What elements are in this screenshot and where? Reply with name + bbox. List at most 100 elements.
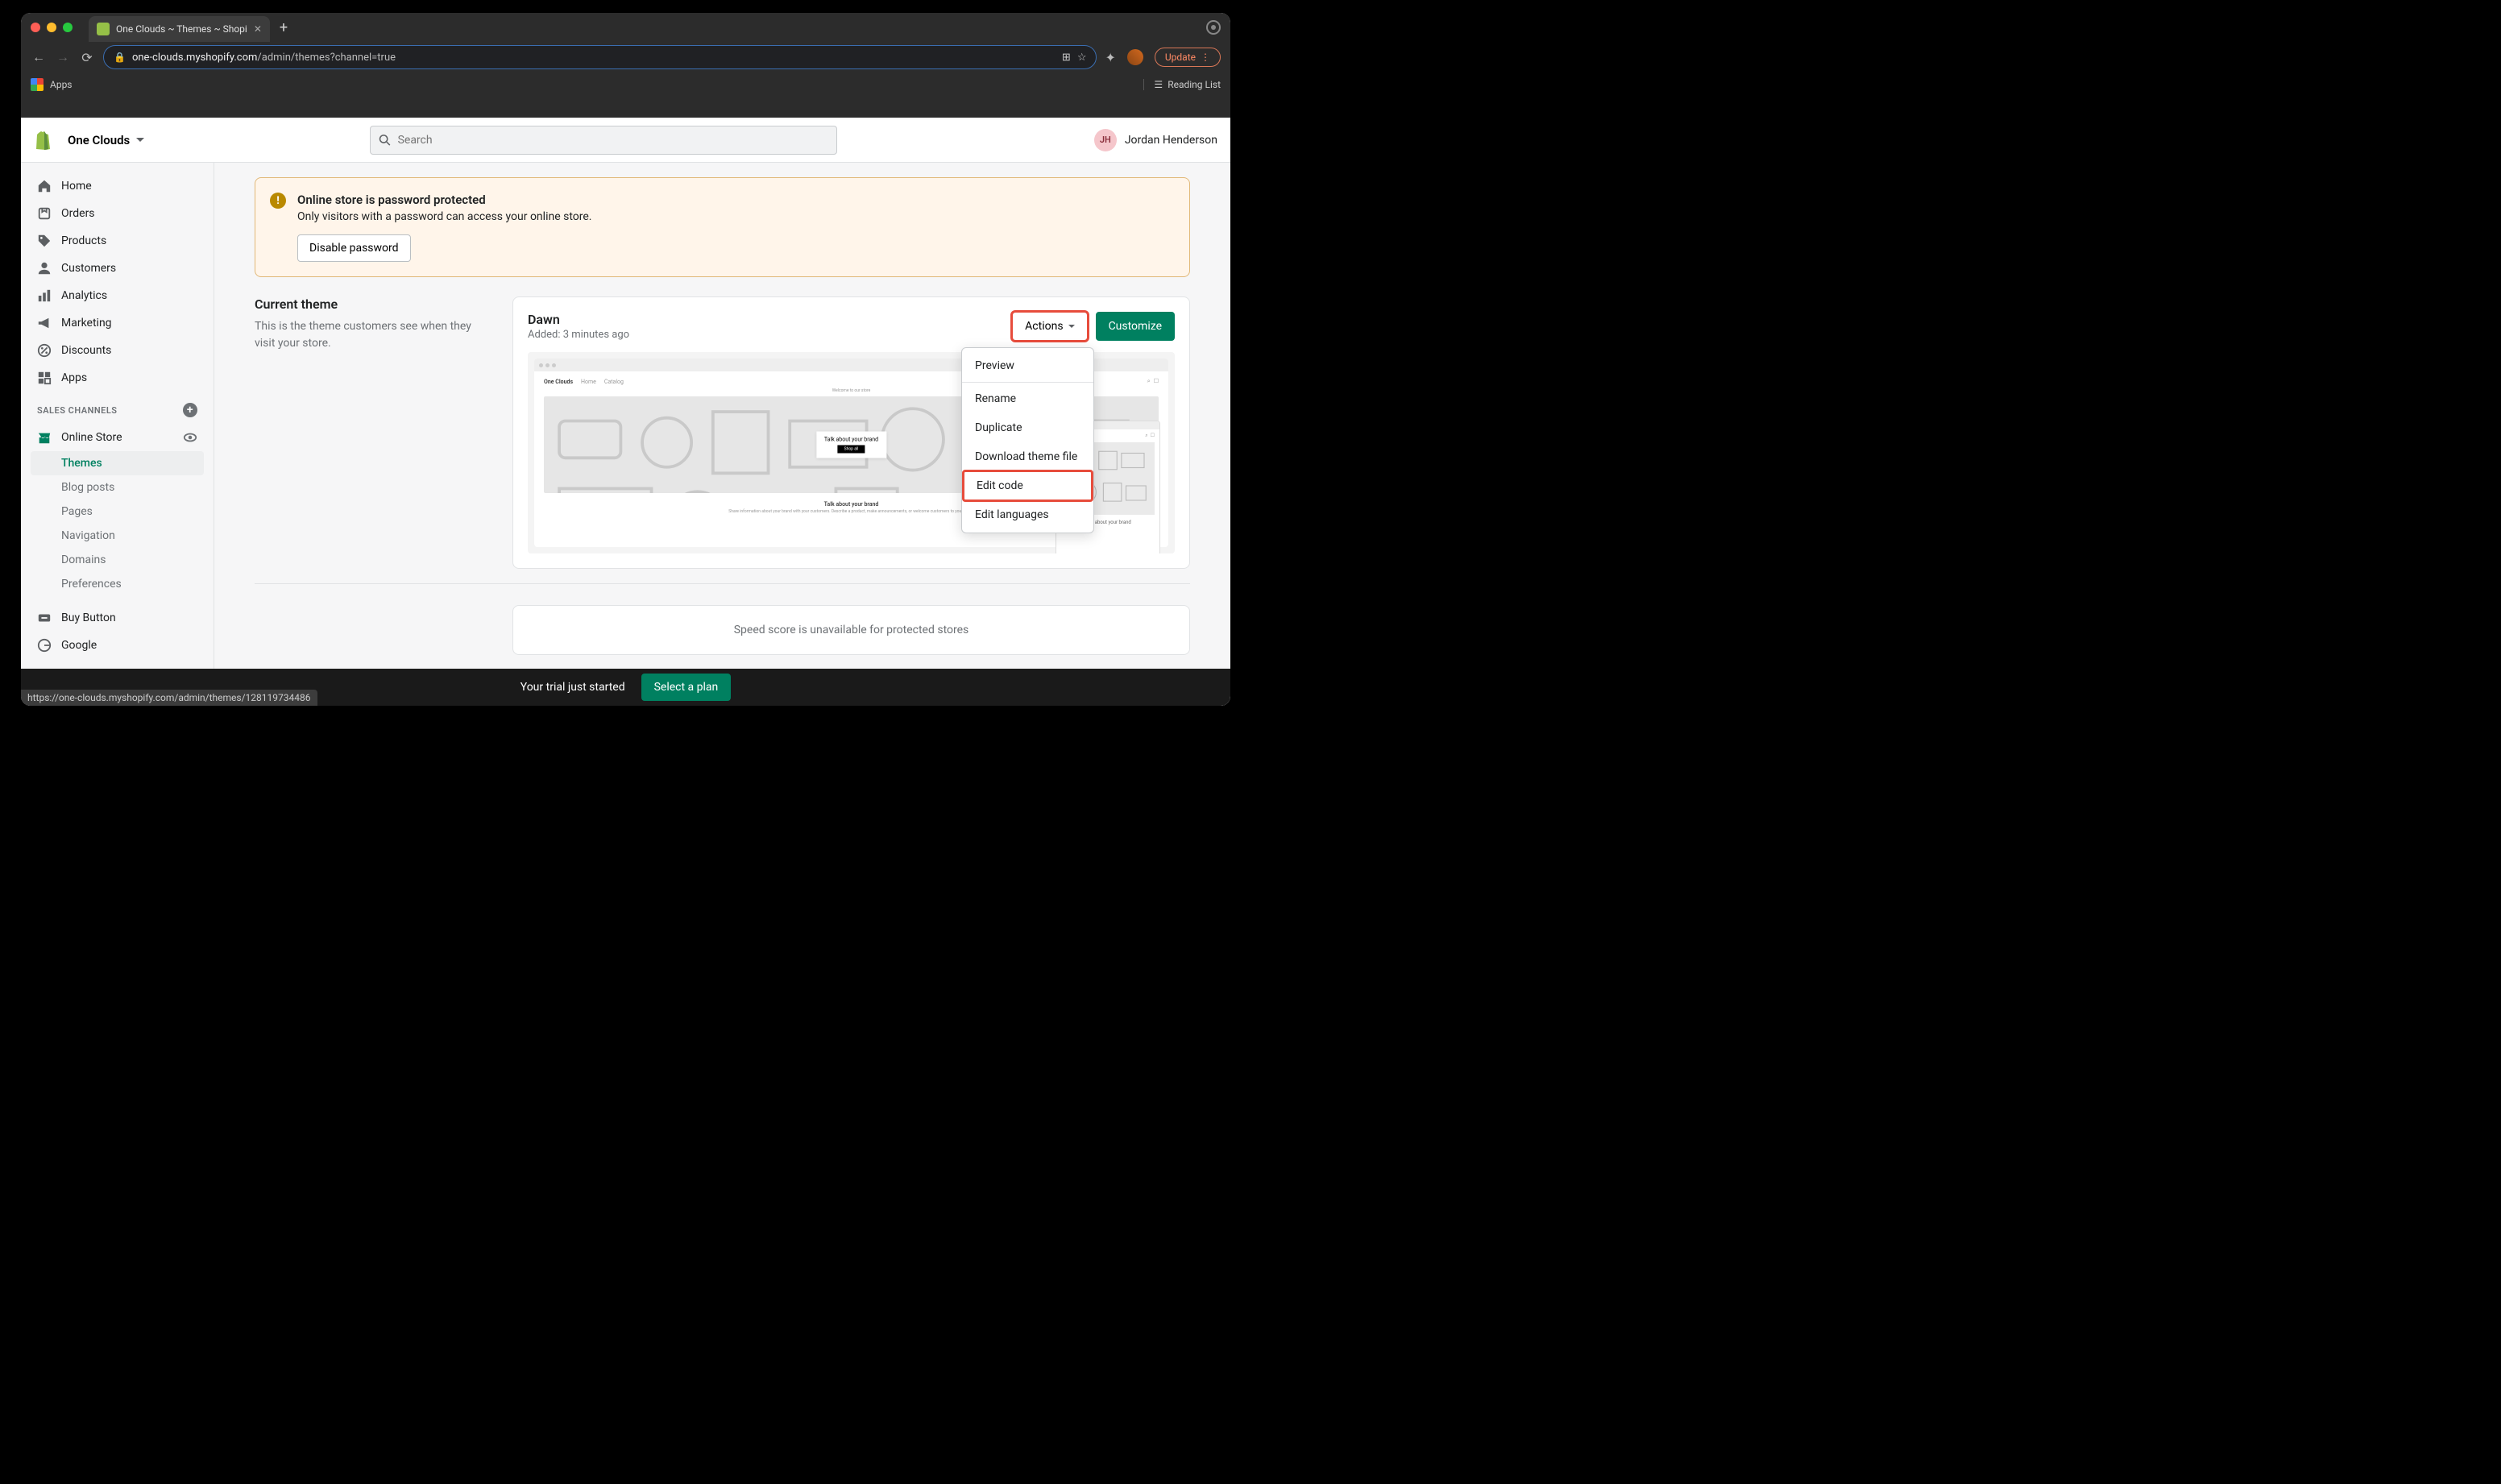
minimize-window-button[interactable] <box>47 23 56 32</box>
actions-dropdown: Preview Rename Duplicate Download theme … <box>961 347 1094 533</box>
orders-icon <box>37 206 52 221</box>
traffic-lights <box>31 23 73 32</box>
apps-bookmark[interactable]: Apps <box>50 79 73 90</box>
nav-discounts[interactable]: Discounts <box>21 337 214 364</box>
main-content: ! Online store is password protected Onl… <box>214 163 1230 706</box>
warning-icon: ! <box>270 193 286 209</box>
maximize-window-button[interactable] <box>63 23 73 32</box>
section-description: This is the theme customers see when the… <box>255 318 480 352</box>
dropdown-preview[interactable]: Preview <box>962 351 1093 380</box>
back-button[interactable]: ← <box>31 49 47 65</box>
theme-card: Dawn Added: 3 minutes ago Actions Custom… <box>512 296 1190 569</box>
forward-button[interactable]: → <box>55 49 71 65</box>
search-box[interactable] <box>370 126 837 155</box>
reading-list-icon: ☰ <box>1154 79 1163 90</box>
nav-orders[interactable]: Orders <box>21 200 214 227</box>
new-tab-button[interactable]: + <box>280 19 288 36</box>
shopify-favicon-icon <box>97 23 110 35</box>
sidebar: Home Orders Products Customers Analytics… <box>21 163 214 706</box>
nav-navigation[interactable]: Navigation <box>21 524 214 548</box>
dropdown-rename[interactable]: Rename <box>962 384 1093 413</box>
search-icon <box>379 134 391 147</box>
nav-themes[interactable]: Themes <box>31 451 204 475</box>
user-name: Jordan Henderson <box>1125 134 1217 147</box>
status-bar-url: https://one-clouds.myshopify.com/admin/t… <box>21 690 317 706</box>
shop-switcher[interactable]: One Clouds <box>68 133 144 147</box>
customize-button[interactable]: Customize <box>1096 312 1175 341</box>
section-title: Current theme <box>255 296 480 312</box>
shopify-logo-icon <box>34 131 52 150</box>
dropdown-edit-languages[interactable]: Edit languages <box>962 500 1093 529</box>
google-icon <box>37 638 52 653</box>
products-icon <box>37 234 52 248</box>
search-input[interactable] <box>398 134 829 147</box>
nav-home[interactable]: Home <box>21 172 214 200</box>
dropdown-download[interactable]: Download theme file <box>962 442 1093 471</box>
kebab-icon: ⋮ <box>1201 52 1210 63</box>
current-theme-section: Current theme This is the theme customer… <box>255 296 1190 569</box>
nav-analytics[interactable]: Analytics <box>21 282 214 309</box>
online-store-icon <box>37 430 52 445</box>
user-menu[interactable]: JH Jordan Henderson <box>1094 129 1217 151</box>
home-icon <box>37 179 52 193</box>
browser-window: One Clouds ~ Themes ~ Shopi ✕ + ← → ⟳ 🔒 … <box>21 13 1230 706</box>
lock-icon: 🔒 <box>114 52 126 63</box>
banner-title: Online store is password protected <box>297 193 591 207</box>
apps-icon <box>37 371 52 385</box>
theme-added: Added: 3 minutes ago <box>528 329 629 341</box>
url-bar[interactable]: 🔒 one-clouds.myshopify.com/admin/themes?… <box>103 45 1097 69</box>
nav-blog-posts[interactable]: Blog posts <box>21 475 214 500</box>
extensions-icon[interactable]: ✦ <box>1105 50 1115 65</box>
browser-tab[interactable]: One Clouds ~ Themes ~ Shopi ✕ <box>89 16 270 42</box>
browser-chrome: One Clouds ~ Themes ~ Shopi ✕ + ← → ⟳ 🔒 … <box>21 13 1230 118</box>
analytics-icon <box>37 288 52 303</box>
nav-products[interactable]: Products <box>21 227 214 255</box>
caret-down-icon <box>136 138 144 146</box>
theme-name: Dawn <box>528 312 629 327</box>
dropdown-edit-code[interactable]: Edit code <box>964 471 1092 500</box>
user-avatar: JH <box>1094 129 1117 151</box>
disable-password-button[interactable]: Disable password <box>297 234 411 262</box>
browser-nav-row: ← → ⟳ 🔒 one-clouds.myshopify.com/admin/t… <box>21 42 1230 73</box>
tab-strip: One Clouds ~ Themes ~ Shopi ✕ + <box>21 13 1230 42</box>
select-plan-button[interactable]: Select a plan <box>641 674 732 701</box>
bookmark-bar: Apps ☰ Reading List <box>21 73 1230 97</box>
close-window-button[interactable] <box>31 23 40 32</box>
nav-online-store[interactable]: Online Store <box>21 424 214 451</box>
nav-google[interactable]: Google <box>21 632 214 659</box>
reload-button[interactable]: ⟳ <box>79 50 95 65</box>
install-app-icon[interactable]: ⊞ <box>1062 52 1071 64</box>
close-tab-icon[interactable]: ✕ <box>254 23 262 35</box>
speed-score-card: Speed score is unavailable for protected… <box>512 605 1190 655</box>
url-text: one-clouds.myshopify.com/admin/themes?ch… <box>132 52 1056 64</box>
customers-icon <box>37 261 52 276</box>
nav-pages[interactable]: Pages <box>21 500 214 524</box>
chrome-toolbar-icons: ✦ Update ⋮ <box>1105 48 1221 67</box>
discounts-icon <box>37 343 52 358</box>
profile-avatar-icon[interactable] <box>1127 49 1143 65</box>
tab-overflow-icon[interactable] <box>1206 20 1221 35</box>
reading-list-button[interactable]: ☰ Reading List <box>1143 79 1221 90</box>
nav-buy-button[interactable]: Buy Button <box>21 604 214 632</box>
nav-apps[interactable]: Apps <box>21 364 214 392</box>
nav-domains[interactable]: Domains <box>21 548 214 572</box>
nav-preferences[interactable]: Preferences <box>21 572 214 596</box>
actions-button[interactable]: Actions <box>1012 312 1087 341</box>
apps-grid-icon[interactable] <box>31 78 44 91</box>
nav-marketing[interactable]: Marketing <box>21 309 214 337</box>
sales-channels-header: SALES CHANNELS + <box>21 392 214 424</box>
buy-button-icon <box>37 611 52 625</box>
view-store-icon[interactable] <box>183 430 197 445</box>
update-button[interactable]: Update ⋮ <box>1155 48 1221 67</box>
marketing-icon <box>37 316 52 330</box>
password-banner: ! Online store is password protected Onl… <box>255 177 1190 277</box>
admin-topbar: One Clouds JH Jordan Henderson <box>21 118 1230 163</box>
banner-text: Only visitors with a password can access… <box>297 210 591 223</box>
nav-customers[interactable]: Customers <box>21 255 214 282</box>
bookmark-star-icon[interactable]: ☆ <box>1077 52 1087 64</box>
add-channel-button[interactable]: + <box>183 403 197 417</box>
caret-down-icon <box>1068 325 1075 331</box>
trial-text: Your trial just started <box>521 681 625 694</box>
tab-title: One Clouds ~ Themes ~ Shopi <box>116 23 247 35</box>
dropdown-duplicate[interactable]: Duplicate <box>962 413 1093 442</box>
